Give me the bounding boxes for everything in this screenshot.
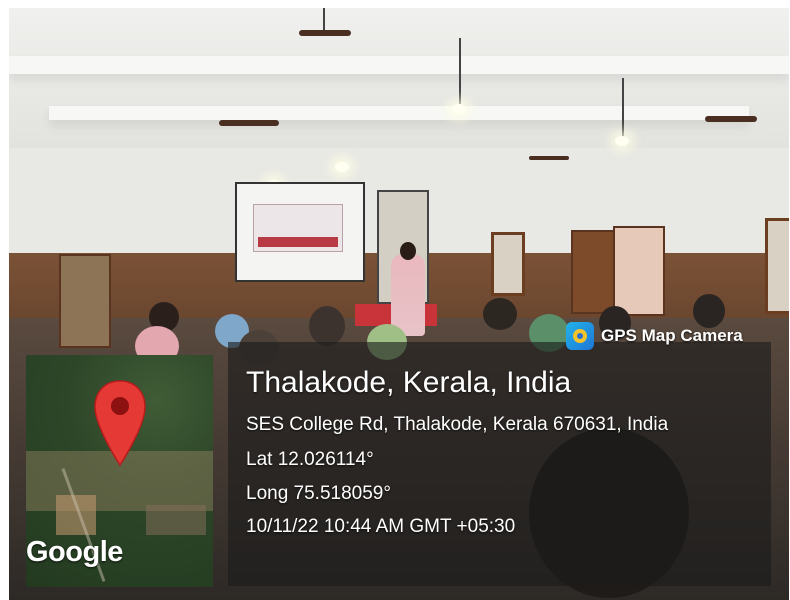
audience-member xyxy=(483,298,517,330)
google-logo: Google xyxy=(26,536,123,568)
department-banner xyxy=(253,204,343,252)
gps-map-camera-badge: GPS Map Camera xyxy=(566,320,743,352)
speaker-head xyxy=(400,242,416,260)
ceiling-fan xyxy=(529,156,569,160)
address: SES College Rd, Thalakode, Kerala 670631… xyxy=(246,414,669,435)
ceiling-fan xyxy=(219,120,279,126)
window xyxy=(765,218,789,314)
place-name: Thalakode, Kerala, India xyxy=(246,366,572,399)
window xyxy=(491,232,525,296)
latitude: Lat 12.026114° xyxy=(246,449,374,470)
ceiling-light xyxy=(452,104,466,114)
speaker xyxy=(391,254,425,336)
ceiling-fan xyxy=(705,116,757,122)
ceiling-fan xyxy=(299,30,351,36)
ceiling-beam xyxy=(49,106,749,120)
open-door xyxy=(613,226,665,316)
longitude: Long 75.518059° xyxy=(246,483,391,504)
location-map: Google xyxy=(26,355,213,587)
location-pin-icon xyxy=(94,380,146,467)
ceiling-light xyxy=(335,162,349,172)
shelf xyxy=(59,254,111,348)
door xyxy=(571,230,617,314)
timestamp: 10/11/22 10:44 AM GMT +05:30 xyxy=(246,516,516,537)
audience-member xyxy=(309,306,345,346)
ceiling-beam xyxy=(9,56,789,74)
app-name: GPS Map Camera xyxy=(601,326,743,345)
ceiling xyxy=(9,8,789,148)
map-camera-icon xyxy=(566,322,594,350)
ceiling-light xyxy=(615,136,629,146)
